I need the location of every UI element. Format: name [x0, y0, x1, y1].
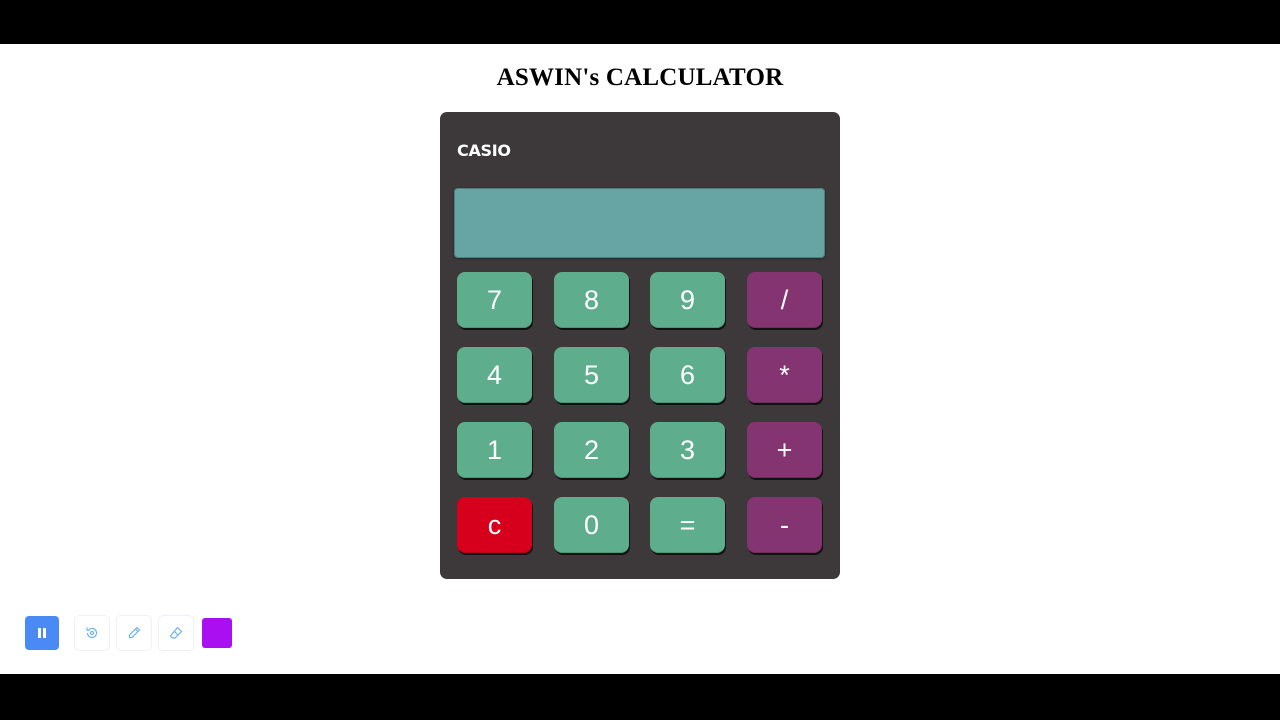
key-equals[interactable]: =: [650, 497, 725, 553]
key-multiply[interactable]: *: [747, 347, 822, 403]
color-swatch[interactable]: [202, 618, 232, 648]
key-2[interactable]: 2: [554, 422, 629, 478]
key-minus[interactable]: -: [747, 497, 822, 553]
key-5[interactable]: 5: [554, 347, 629, 403]
calculator: CASIO 7 8 9 / 4 5 6 * 1 2 3 + c 0 = -: [440, 112, 840, 579]
key-0[interactable]: 0: [554, 497, 629, 553]
key-clear[interactable]: c: [457, 497, 532, 553]
replay-icon: [86, 627, 98, 639]
page-title: ASWIN's CALCULATOR: [496, 64, 784, 91]
key-6[interactable]: 6: [650, 347, 725, 403]
key-7[interactable]: 7: [457, 272, 532, 328]
key-4[interactable]: 4: [457, 347, 532, 403]
pause-button[interactable]: [25, 616, 59, 650]
key-1[interactable]: 1: [457, 422, 532, 478]
pen-button[interactable]: [117, 616, 151, 650]
eraser-icon: [169, 626, 183, 639]
key-3[interactable]: 3: [650, 422, 725, 478]
key-divide[interactable]: /: [747, 272, 822, 328]
key-8[interactable]: 8: [554, 272, 629, 328]
eraser-button[interactable]: [159, 616, 193, 650]
key-plus[interactable]: +: [747, 422, 822, 478]
replay-button[interactable]: [75, 616, 109, 650]
page-viewport: ASWIN's CALCULATOR CASIO 7 8 9 / 4 5 6 *…: [0, 44, 1280, 674]
pause-icon: [38, 628, 46, 638]
pen-icon: [128, 626, 141, 639]
calculator-brand: CASIO: [457, 141, 511, 160]
key-9[interactable]: 9: [650, 272, 725, 328]
calculator-display: [454, 188, 825, 258]
